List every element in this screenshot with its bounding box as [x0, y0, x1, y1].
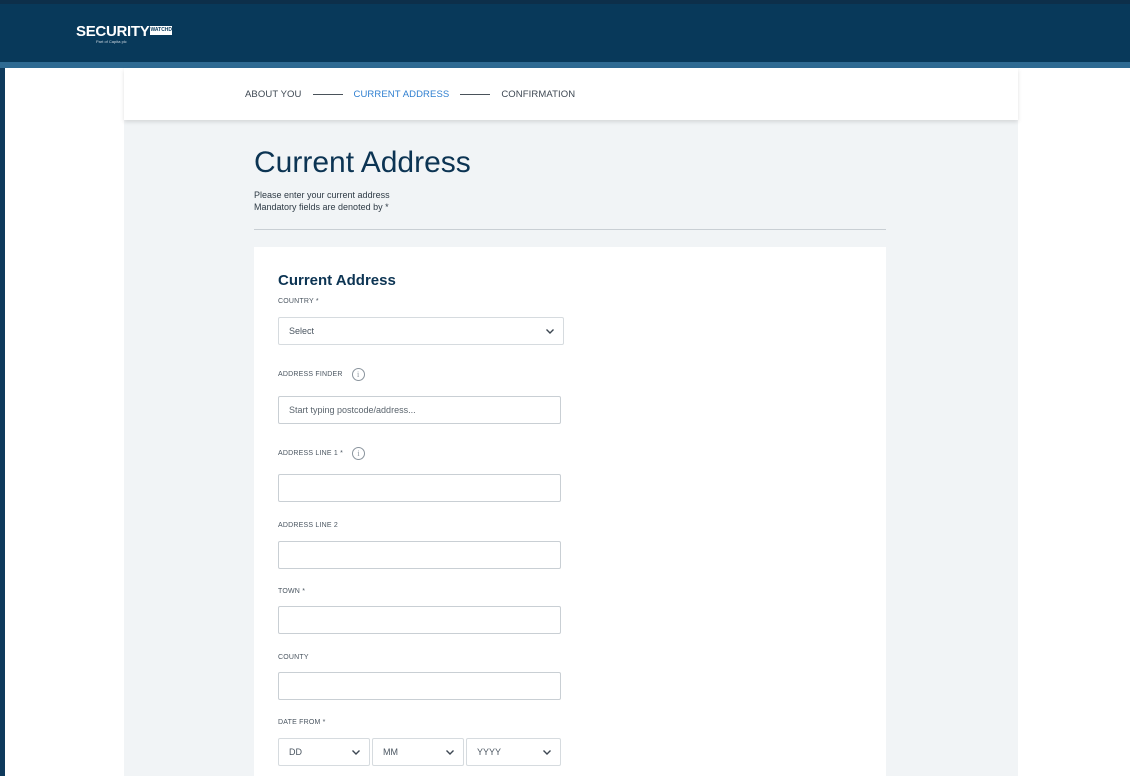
address-finder-label-text: ADDRESS FINDER: [278, 371, 343, 378]
date-from-label-text: DATE FROM *: [278, 719, 326, 726]
step-connector: [460, 93, 491, 95]
town-label: TOWN *: [278, 588, 305, 595]
info-icon[interactable]: i: [352, 447, 366, 460]
brand-logo[interactable]: SECURITY WATCHDOG Part of Capita plc: [76, 23, 180, 50]
chevron-down-icon: [545, 326, 555, 336]
step-connector: [312, 93, 343, 95]
step-current-address[interactable]: CURRENT ADDRESS: [354, 89, 450, 100]
address-line1-input[interactable]: [278, 474, 561, 502]
mandatory-note: Mandatory fields are denoted by *: [254, 202, 389, 212]
top-header: SECURITY WATCHDOG Part of Capita plc: [0, 0, 1130, 68]
date-month-value: MM: [383, 747, 398, 757]
step-confirmation[interactable]: CONFIRMATION: [501, 89, 575, 100]
address-line2-label: ADDRESS LINE 2: [278, 522, 338, 529]
town-label-text: TOWN *: [278, 588, 306, 595]
date-month-select[interactable]: MM: [372, 738, 464, 766]
address-line1-label-text: ADDRESS LINE 1 *: [278, 450, 344, 457]
town-input[interactable]: [278, 606, 561, 634]
address-line2-label-text: ADDRESS LINE 2: [278, 522, 338, 529]
chevron-down-icon: [542, 747, 552, 757]
section-divider: [254, 229, 886, 230]
page-title: Current Address: [254, 146, 471, 179]
progress-stepper: ABOUT YOU CURRENT ADDRESS CONFIRMATION: [124, 68, 1018, 120]
info-icon[interactable]: i: [351, 368, 365, 381]
page-description: Please enter your current address Mandat…: [254, 189, 390, 213]
chevron-down-icon: [351, 747, 361, 757]
date-day-select[interactable]: DD: [278, 738, 370, 766]
chevron-down-icon: [445, 747, 455, 757]
county-input[interactable]: [278, 672, 561, 700]
step-about-you[interactable]: ABOUT YOU: [245, 89, 302, 100]
date-day-value: DD: [289, 747, 302, 757]
logo-subtitle: Part of Capita plc: [96, 39, 127, 44]
date-from-label: DATE FROM *: [278, 719, 326, 726]
address-line2-input[interactable]: [278, 541, 561, 569]
date-year-select[interactable]: YYYY: [466, 738, 561, 766]
logo-text: SECURITY: [76, 23, 150, 40]
address-line1-label: ADDRESS LINE 1 * i: [278, 447, 366, 460]
county-label: COUNTY: [278, 654, 309, 661]
country-select[interactable]: Select: [278, 317, 564, 345]
country-label: COUNTRY *: [278, 298, 319, 305]
logo-badge: WATCHDOG: [150, 26, 180, 35]
date-year-value: YYYY: [477, 747, 502, 757]
county-label-text: COUNTY: [278, 654, 309, 661]
window-frame: [0, 0, 5, 776]
form-title: Current Address: [278, 272, 396, 289]
address-finder-label: ADDRESS FINDER i: [278, 368, 365, 381]
country-select-value: Select: [289, 326, 315, 336]
address-finder-input[interactable]: Start typing postcode/address...: [278, 396, 561, 424]
country-label-text: COUNTRY *: [278, 298, 319, 305]
description-line: Please enter your current address: [254, 190, 390, 200]
